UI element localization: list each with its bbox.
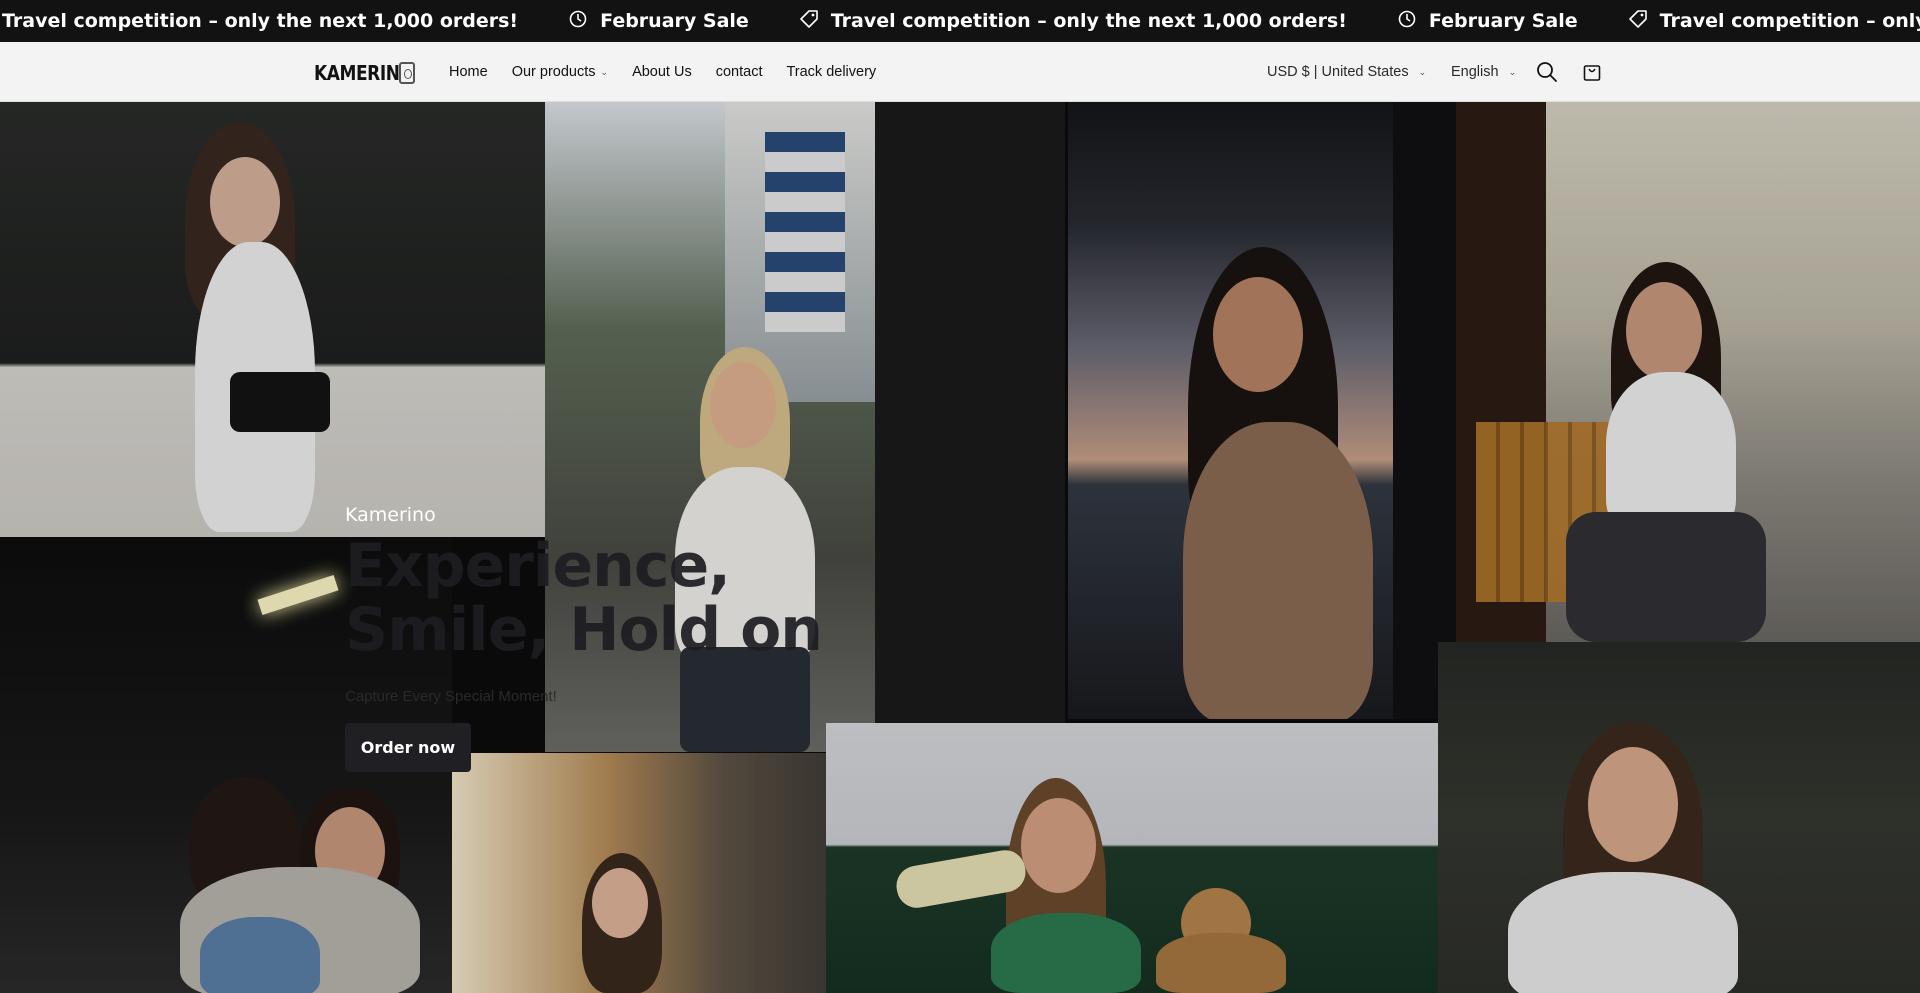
order-now-button[interactable]: Order now	[345, 723, 471, 772]
nav-about-us[interactable]: About Us	[632, 64, 692, 80]
announcement-text: Travel competition – only the next 1,000…	[1659, 10, 1920, 32]
nav-label: Our products	[511, 64, 596, 80]
main-nav: Home Our products ⌄ About Us contact Trac…	[449, 42, 900, 102]
logo[interactable]: KAMERIN	[314, 60, 415, 86]
chevron-down-icon: ⌄	[1508, 66, 1517, 77]
announcement-item: Travel competition – only the next 1,000…	[799, 9, 1347, 34]
nav-home[interactable]: Home	[449, 64, 488, 80]
tag-icon	[1628, 9, 1660, 34]
currency-selector[interactable]: USD $ | United States ⌄	[1267, 42, 1426, 102]
site-header: KAMERIN Home Our products ⌄ About Us cont…	[0, 42, 1920, 102]
announcement-item: February Sale	[1397, 9, 1578, 34]
announcement-item: Travel competition – only the next 1,000…	[0, 9, 518, 34]
announcement-text: February Sale	[1428, 10, 1578, 32]
nav-label: About Us	[632, 64, 692, 80]
hero-banner: Kamerino Experience, Smile, Hold on Capt…	[0, 102, 1920, 993]
language-selector[interactable]: English ⌄	[1451, 42, 1516, 102]
currency-label: USD $ | United States	[1267, 64, 1409, 80]
hero-title-line: Experience,	[345, 531, 731, 601]
announcement-item: Travel competition – only the next 1,000…	[1628, 9, 1920, 34]
nav-contact[interactable]: contact	[716, 64, 763, 80]
hero-eyebrow: Kamerino	[345, 504, 436, 526]
search-icon[interactable]	[1535, 60, 1559, 84]
hero-subtitle: Capture Every Special Moment!	[345, 688, 557, 705]
tag-icon	[799, 9, 831, 34]
nav-label: contact	[715, 64, 763, 80]
camera-icon	[398, 62, 415, 84]
announcement-bar: Travel competition – only the next 1,000…	[0, 0, 1920, 42]
nav-our-products[interactable]: Our products ⌄	[512, 64, 608, 80]
cart-icon[interactable]	[1580, 60, 1604, 84]
hero-content: Kamerino Experience, Smile, Hold on Capt…	[345, 504, 945, 772]
announcement-text: Travel competition – only the next 1,000…	[830, 10, 1347, 32]
hero-title: Experience, Smile, Hold on	[345, 534, 945, 662]
nav-label: Home	[449, 64, 488, 80]
nav-label: Track delivery	[786, 64, 877, 80]
chevron-down-icon: ⌄	[1418, 66, 1427, 77]
nav-track-delivery[interactable]: Track delivery	[786, 64, 876, 80]
announcement-track: Travel competition – only the next 1,000…	[0, 0, 1920, 42]
language-label: English	[1451, 64, 1499, 80]
announcement-item: February Sale	[568, 9, 749, 34]
announcement-text: Travel competition – only the next 1,000…	[2, 10, 519, 32]
announcement-text: February Sale	[600, 10, 749, 32]
clock-icon	[568, 9, 600, 34]
clock-icon	[1397, 9, 1429, 34]
hero-overlay	[0, 102, 1920, 993]
logo-text: KAMERIN	[314, 61, 400, 85]
chevron-down-icon: ⌄	[600, 66, 609, 77]
hero-title-line: Smile, Hold on	[345, 595, 823, 665]
